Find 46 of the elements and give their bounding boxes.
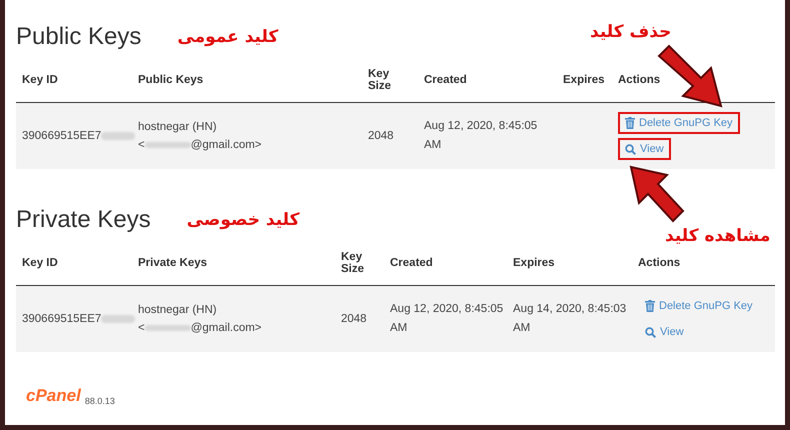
- redaction-blur: [101, 315, 136, 323]
- arrow-icon: [627, 163, 687, 225]
- section-title: Private Keys: [16, 206, 151, 234]
- table-cell-text: Aug 12, 2020, 8:45:05 AM: [424, 119, 538, 153]
- version-text: 88.0.13: [84, 396, 115, 406]
- annotation-label: حذف کلید: [590, 22, 672, 42]
- redaction-blur: [144, 142, 191, 148]
- table-cell: @gmail.com>: [190, 139, 262, 151]
- column-header: Public Keys: [138, 74, 204, 86]
- redaction-blur: [101, 132, 136, 140]
- view-link[interactable]: View: [638, 321, 691, 343]
- column-header: Created: [424, 74, 468, 86]
- table-cell: <: [138, 322, 145, 334]
- table-cell-text: Aug 12, 2020, 8:45:05 AM: [390, 302, 504, 336]
- column-header: Key Size: [341, 251, 366, 275]
- table-cell: hostnegar (HN): [138, 121, 217, 133]
- annotation-label: کلید عمومی: [177, 27, 278, 47]
- table-cell: hostnegar (HN): [138, 304, 217, 316]
- annotation-label: مشاهده کلید: [665, 226, 770, 246]
- table-cell: 2048: [341, 313, 367, 325]
- table-cell: 2048: [368, 130, 394, 142]
- column-header: Key ID: [22, 257, 59, 269]
- cpanel-logo: cPanel: [26, 386, 81, 406]
- column-header: Created: [390, 257, 434, 269]
- column-header: Key Size: [368, 68, 392, 92]
- column-header: Expires: [513, 257, 556, 269]
- column-header: Key ID: [22, 74, 59, 86]
- table-cell: 390669515EE7: [22, 130, 102, 142]
- trash-icon: [625, 117, 635, 129]
- table-cell-text: Aug 14, 2020, 8:45:03 AM: [513, 302, 628, 336]
- annotation-label: کلید خصوصی: [186, 210, 300, 230]
- column-header: Private Keys: [138, 257, 208, 269]
- column-header: Actions: [618, 74, 662, 86]
- column-header: Expires: [563, 74, 606, 86]
- delete-link[interactable]: Delete GnuPG Key: [618, 112, 740, 134]
- search-icon: [625, 144, 636, 154]
- trash-icon: [645, 300, 655, 312]
- redaction-blur: [144, 325, 191, 331]
- search-icon: [645, 326, 656, 338]
- table-cell: @gmail.com>: [190, 322, 262, 334]
- column-header: Actions: [638, 257, 682, 269]
- table-cell: <: [138, 139, 145, 151]
- section-title: Public Keys: [16, 23, 142, 51]
- table-cell: 390669515EE7: [22, 313, 102, 325]
- view-link[interactable]: View: [618, 138, 671, 160]
- delete-link[interactable]: Delete GnuPG Key: [638, 295, 760, 317]
